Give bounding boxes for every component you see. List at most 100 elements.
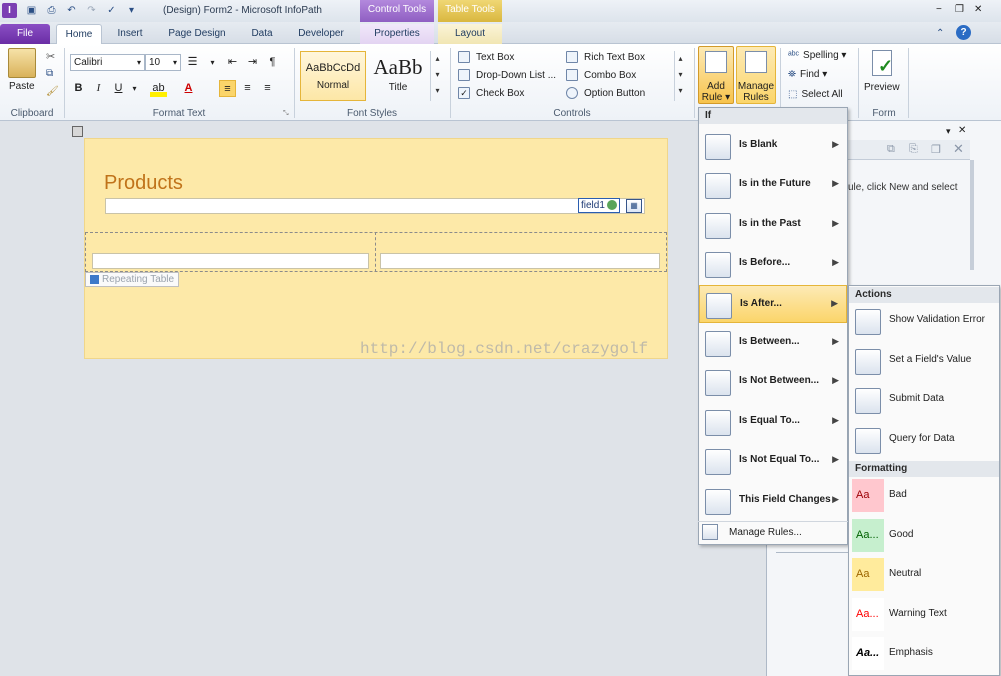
dialog-launcher-icon[interactable]: ⤡ — [283, 110, 289, 118]
delete-rule-icon[interactable]: ✕ — [953, 141, 964, 157]
combo-box-control[interactable]: Combo Box — [566, 68, 636, 84]
rich-text-box-label: Rich Text Box — [584, 52, 645, 63]
redo-icon[interactable]: ↷ — [84, 3, 99, 18]
bullets-icon[interactable]: ☰ — [184, 54, 201, 71]
spelling-button[interactable]: ᵃᵇᶜ Spelling ▾ — [788, 48, 846, 64]
formatting-item-good[interactable]: Aa... Good — [849, 517, 999, 555]
customize-toolbar-icon[interactable]: ▾ — [124, 3, 139, 18]
formatting-item-emphasis[interactable]: Aa... Emphasis — [849, 635, 999, 673]
tab-home[interactable]: Home — [56, 24, 102, 45]
if-menu-item-is-before[interactable]: Is Before... ▶ — [699, 245, 847, 283]
tab-layout[interactable]: Layout — [438, 24, 502, 44]
minimize-button[interactable]: − — [936, 4, 942, 15]
paste-icon[interactable] — [8, 48, 36, 78]
preview-button-label[interactable]: Preview — [864, 82, 900, 93]
tab-properties[interactable]: Properties — [360, 24, 434, 44]
help-icon[interactable]: ? — [956, 25, 971, 40]
ribbon-collapse-icon[interactable]: ⌃ — [936, 28, 944, 39]
tab-developer[interactable]: Developer — [290, 24, 352, 44]
font-size-combo[interactable]: 10 ▾ — [145, 54, 181, 71]
action-item-set-fields-value[interactable]: Set a Field's Value — [849, 342, 999, 380]
if-menu-item-is-in-the-future[interactable]: Is in the Future ▶ — [699, 166, 847, 204]
action-item-label: Show Validation Error — [889, 314, 985, 325]
infopath-app-icon[interactable]: I — [2, 3, 17, 18]
styles-scroll[interactable]: ▴ ▾ ▾ — [430, 51, 444, 101]
decrease-indent-icon[interactable]: ⇤ — [224, 54, 241, 71]
option-button-control[interactable]: Option Button — [566, 86, 645, 102]
action-item-show-validation-error[interactable]: Show Validation Error — [849, 302, 999, 340]
form-title[interactable]: Products — [104, 172, 183, 195]
bold-button[interactable]: B — [70, 80, 87, 97]
style-normal[interactable]: AaBbCcDd Normal — [300, 51, 366, 101]
font-color-button[interactable]: A — [180, 80, 197, 97]
style-normal-label: Normal — [316, 80, 350, 91]
save-icon[interactable]: ▣ — [24, 3, 39, 18]
paste-button-label[interactable]: Paste — [9, 81, 35, 92]
if-menu-item-is-blank[interactable]: Is Blank ▶ — [699, 127, 847, 165]
select-all-button[interactable]: ⬚ Select All — [788, 87, 843, 103]
format-painter-icon[interactable]: 🖌 — [46, 86, 59, 97]
action-item-submit-data[interactable]: Submit Data — [849, 381, 999, 419]
layout-table-handle[interactable] — [72, 126, 83, 137]
repeating-table-tag[interactable]: Repeating Table — [85, 272, 180, 287]
if-menu-item-is-not-between[interactable]: Is Not Between... ▶ — [699, 363, 847, 401]
date-picker-icon[interactable]: ▦ — [626, 199, 642, 213]
formatting-item-neutral[interactable]: Aa Neutral — [849, 556, 999, 594]
preview-icon[interactable]: ✓ — [866, 48, 900, 82]
close-button[interactable]: ✕ — [974, 4, 982, 15]
tab-data[interactable]: Data — [240, 24, 284, 44]
align-left-icon[interactable]: ≡ — [219, 80, 236, 97]
copy-rule-icon[interactable]: ⧉ — [887, 143, 895, 156]
if-menu-item-is-equal-to[interactable]: Is Equal To... ▶ — [699, 403, 847, 441]
action-item-query-for-data[interactable]: Query for Data — [849, 421, 999, 459]
manage-rules-button[interactable]: Manage Rules — [736, 46, 776, 104]
rich-text-box-control[interactable]: Rich Text Box — [566, 50, 645, 66]
underline-button[interactable]: U — [110, 80, 127, 97]
field1-tag[interactable]: field1 — [578, 198, 620, 213]
paste-rule-icon[interactable]: ⎘ — [909, 143, 918, 156]
print-icon[interactable]: ⎙ — [44, 3, 59, 18]
manage-rules-menu-item[interactable]: Manage Rules... — [729, 527, 802, 538]
text-box-control[interactable]: Text Box — [458, 50, 514, 66]
find-button[interactable]: ⛯ Find ▾ — [788, 67, 827, 83]
tab-page-design[interactable]: Page Design — [160, 24, 234, 44]
style-title[interactable]: AaBb Title — [368, 51, 428, 101]
align-center-icon[interactable]: ≡ — [239, 80, 256, 97]
font-name-combo[interactable]: Calibri ▾ — [70, 54, 145, 71]
if-menu-item-this-field-changes[interactable]: This Field Changes ▶ — [699, 482, 847, 520]
copy-icon[interactable]: ⧉ — [46, 68, 53, 79]
if-menu-item-label: This Field Changes — [739, 493, 831, 505]
format-swatch: Aa — [852, 558, 884, 592]
check-box-control[interactable]: ✓ Check Box — [458, 86, 524, 102]
tab-insert[interactable]: Insert — [108, 24, 152, 44]
controls-scroll[interactable]: ▴ ▾ ▾ — [674, 51, 686, 101]
pane-options-icon[interactable]: ▾ — [946, 126, 951, 137]
bullets-dropdown-icon[interactable]: ▾ — [204, 54, 221, 71]
text-direction-icon[interactable]: ¶ — [264, 54, 281, 71]
highlight-icon[interactable]: ab — [150, 80, 167, 97]
pane-close-icon[interactable]: ✕ — [958, 125, 966, 136]
add-rule-button[interactable]: Add Rule ▾ — [698, 46, 734, 104]
drop-down-list-control[interactable]: Drop-Down List ... — [458, 68, 556, 84]
pane-scrollbar[interactable] — [970, 160, 974, 270]
increase-indent-icon[interactable]: ⇥ — [244, 54, 261, 71]
underline-dropdown-icon[interactable]: ▾ — [126, 80, 143, 97]
formatting-item-warning-text[interactable]: Aa... Warning Text — [849, 596, 999, 634]
restore-button[interactable]: ❐ — [955, 4, 964, 15]
if-menu-item-is-in-the-past[interactable]: Is in the Past ▶ — [699, 206, 847, 244]
if-menu-item-is-after[interactable]: Is After... ▶ — [699, 284, 847, 323]
if-menu-item-is-between[interactable]: Is Between... ▶ — [699, 324, 847, 362]
if-menu-item-is-not-equal-to[interactable]: Is Not Equal To... ▶ — [699, 442, 847, 480]
repeating-table-cell-1[interactable] — [92, 253, 369, 269]
repeating-table-cell-2[interactable] — [380, 253, 660, 269]
spell-check-icon[interactable]: ✓ — [104, 3, 119, 18]
cut-icon[interactable]: ✂ — [46, 50, 55, 63]
formatting-item-bad[interactable]: Aa Bad — [849, 477, 999, 515]
text-box-label: Text Box — [476, 52, 515, 63]
italic-button[interactable]: I — [90, 80, 107, 97]
duplicate-rule-icon[interactable]: ❐ — [931, 143, 941, 156]
align-right-icon[interactable]: ≡ — [259, 80, 276, 97]
tab-file[interactable]: File — [0, 24, 50, 44]
field1-textbox[interactable] — [105, 198, 645, 214]
undo-icon[interactable]: ↶ — [64, 3, 79, 18]
